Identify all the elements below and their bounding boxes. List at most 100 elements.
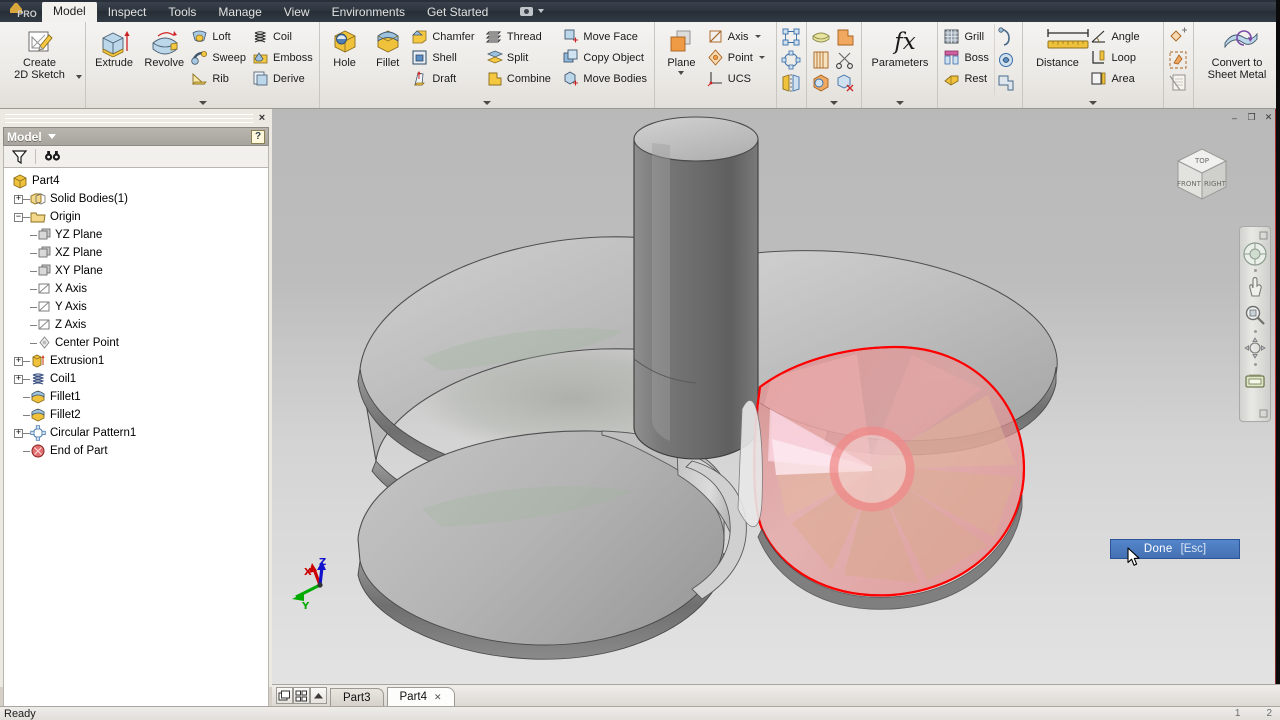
scroll-tabs-button[interactable] xyxy=(310,687,327,704)
stitch-button[interactable] xyxy=(810,49,834,72)
tree-node-extrusion1[interactable]: + Extrusion1 xyxy=(4,352,268,370)
tile-windows-button[interactable] xyxy=(293,687,310,704)
tree-node-z-axis[interactable]: Z Axis xyxy=(4,316,268,334)
zoom-button[interactable] xyxy=(1241,301,1269,329)
tree-node-coil1[interactable]: + Coil1 xyxy=(4,370,268,388)
tree-node-center-point[interactable]: Center Point xyxy=(4,334,268,352)
grill-button[interactable]: Grill xyxy=(941,26,994,47)
navbar-resize-icon[interactable] xyxy=(1259,409,1268,418)
restore-button[interactable]: ❐ xyxy=(1244,111,1259,124)
work-axis-dropdown-icon[interactable] xyxy=(754,35,761,38)
measure-area-button[interactable]: Area xyxy=(1088,68,1158,89)
move-bodies-button[interactable]: Move Bodies xyxy=(560,68,651,89)
work-plane-button[interactable]: Plane xyxy=(658,24,705,75)
rest-button[interactable]: Rest xyxy=(941,68,994,89)
expander-plus-icon[interactable]: + xyxy=(14,374,23,384)
loft-button[interactable]: Loft xyxy=(189,26,250,47)
fillet-button[interactable]: Fillet xyxy=(366,24,409,69)
tree-node-end-of-part[interactable]: End of Part xyxy=(4,442,268,460)
filter-button[interactable] xyxy=(8,147,30,166)
document-tab-part4[interactable]: Part4 ✕ xyxy=(386,687,455,706)
chevron-down-icon[interactable] xyxy=(538,9,545,13)
hole-button[interactable]: Hole xyxy=(323,24,366,69)
work-point-button[interactable]: Point xyxy=(705,47,773,68)
work-plane-dropdown-icon[interactable] xyxy=(678,71,685,75)
chevron-down-icon[interactable] xyxy=(47,134,56,139)
rib-button[interactable]: Rib xyxy=(189,68,250,89)
measure-distance-button[interactable]: Distance xyxy=(1026,24,1090,69)
work-point-dropdown-icon[interactable] xyxy=(758,56,765,59)
viewcube[interactable]: TOP FRONT RIGHT xyxy=(1164,137,1238,211)
document-tab-part3[interactable]: Part3 xyxy=(330,688,384,706)
tree-node-x-axis[interactable]: X Axis xyxy=(4,280,268,298)
ribbon-tab-model[interactable]: Model xyxy=(42,1,97,22)
tree-node-xy-plane[interactable]: XY Plane xyxy=(4,262,268,280)
tree-node-circular-pattern1[interactable]: + Circular Pattern1 xyxy=(4,424,268,442)
tree-node-solid-bodies[interactable]: + Solid Bodies(1) xyxy=(4,190,268,208)
measure-angle-button[interactable]: Angle xyxy=(1088,26,1158,47)
ribbon-tab-view[interactable]: View xyxy=(273,2,321,22)
tree-node-fillet1[interactable]: Fillet1 xyxy=(4,388,268,406)
panel-expander-surface[interactable] xyxy=(810,97,858,108)
ribbon-tab-inspect[interactable]: Inspect xyxy=(97,2,158,22)
tree-node-origin[interactable]: − Origin xyxy=(4,208,268,226)
trim-surface-button[interactable] xyxy=(834,49,858,72)
expander-minus-icon[interactable]: − xyxy=(14,212,23,222)
delete-sketch-button[interactable] xyxy=(1167,72,1191,95)
tree-node-yz-plane[interactable]: YZ Plane xyxy=(4,226,268,244)
derive-button[interactable]: Derive xyxy=(250,68,316,89)
orbit-button[interactable] xyxy=(1241,334,1269,362)
panel-expander-create[interactable] xyxy=(89,97,316,108)
panel-expander-measure[interactable] xyxy=(1026,97,1160,108)
sculpt-button[interactable] xyxy=(810,72,834,95)
model-browser-tree[interactable]: Part4 + Solid Bodies(1) − Origin YZ Plan… xyxy=(3,167,269,720)
snap-fit-button[interactable] xyxy=(995,49,1019,72)
measure-loop-button[interactable]: Loop xyxy=(1088,47,1158,68)
panel-expander-modify[interactable] xyxy=(323,97,651,108)
extrude-button[interactable]: Extrude xyxy=(89,24,139,69)
create-sketch-dropdown-icon[interactable] xyxy=(76,75,82,79)
expander-plus-icon[interactable]: + xyxy=(14,356,23,366)
tree-node-y-axis[interactable]: Y Axis xyxy=(4,298,268,316)
rule-fillet-button[interactable] xyxy=(995,72,1019,95)
chamfer-button[interactable]: Chamfer xyxy=(409,26,484,47)
patch-button[interactable] xyxy=(834,26,858,49)
parameters-button[interactable]: fx Parameters xyxy=(865,24,934,69)
move-face-button[interactable]: Move Face xyxy=(560,26,651,47)
document-tab-close-icon[interactable]: ✕ xyxy=(434,692,442,703)
expander-plus-icon[interactable]: + xyxy=(14,428,23,438)
revolve-button[interactable]: Revolve xyxy=(139,24,189,69)
ribbon-tab-environments[interactable]: Environments xyxy=(321,2,416,22)
cascade-windows-button[interactable] xyxy=(276,687,293,704)
tree-node-fillet2[interactable]: Fillet2 xyxy=(4,406,268,424)
coil-button[interactable]: Coil xyxy=(250,26,316,47)
sweep-button[interactable]: Sweep xyxy=(189,47,250,68)
browser-splitter[interactable]: × xyxy=(3,109,269,127)
circular-pattern-button[interactable] xyxy=(780,49,804,72)
work-axis-button[interactable]: Axis xyxy=(705,26,773,47)
convert-to-sheet-metal-button[interactable]: Convert to Sheet Metal xyxy=(1197,24,1277,81)
thicken-offset-button[interactable] xyxy=(810,26,834,49)
tree-node-part4[interactable]: Part4 xyxy=(4,172,268,190)
navbar-options-icon[interactable] xyxy=(1259,231,1268,240)
pan-button[interactable] xyxy=(1241,273,1269,301)
copy-object-button[interactable]: Copy Object xyxy=(560,47,651,68)
emboss-button[interactable]: Emboss xyxy=(250,47,316,68)
browser-close-button[interactable]: × xyxy=(255,111,269,125)
draft-button[interactable]: Draft xyxy=(409,68,484,89)
ribbon-tab-get-started[interactable]: Get Started xyxy=(416,2,499,22)
lip-button[interactable] xyxy=(995,26,1019,49)
mirror-button[interactable] xyxy=(780,72,804,95)
sketch-symbol-button[interactable] xyxy=(1167,49,1191,72)
close-button[interactable]: ✕ xyxy=(1261,111,1276,124)
minimize-button[interactable]: – xyxy=(1227,111,1242,124)
appearance-button[interactable] xyxy=(517,4,535,18)
combine-button[interactable]: Combine xyxy=(484,68,561,89)
boss-button[interactable]: Boss xyxy=(941,47,994,68)
tree-node-xz-plane[interactable]: XZ Plane xyxy=(4,244,268,262)
thread-button[interactable]: Thread xyxy=(484,26,561,47)
application-logo[interactable]: PRO xyxy=(0,0,42,22)
shell-button[interactable]: Shell xyxy=(409,47,484,68)
ribbon-tab-manage[interactable]: Manage xyxy=(207,2,272,22)
rectangular-pattern-button[interactable] xyxy=(780,26,804,49)
